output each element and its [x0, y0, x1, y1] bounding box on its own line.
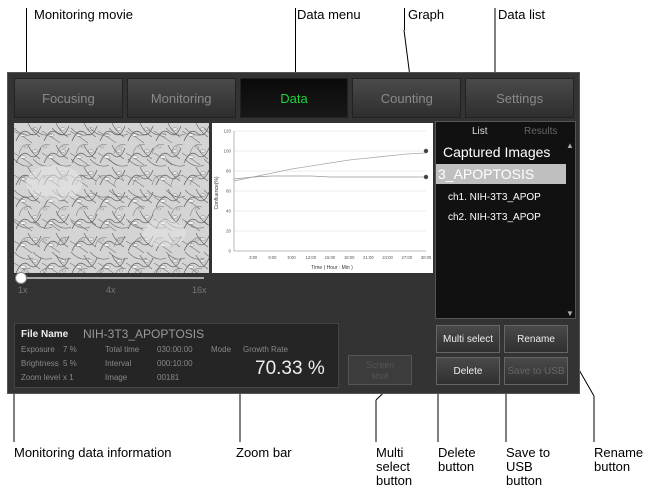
- interval-value: 000:10:00: [157, 359, 193, 368]
- button-label: shot: [371, 371, 389, 381]
- zoom-tick-label: 16x: [192, 285, 207, 295]
- exposure-label: Exposure: [21, 345, 55, 354]
- save-to-usb-button[interactable]: Save to USB: [504, 357, 568, 385]
- callout-line: button: [438, 459, 475, 474]
- x-tick-label: 15:00: [325, 255, 336, 260]
- captured-images-heading: Captured Images: [443, 144, 551, 160]
- callout-monitoring-movie: Monitoring movie: [34, 7, 133, 22]
- callout-data-menu: Data menu: [297, 7, 361, 22]
- y-tick-label: 60: [226, 189, 232, 194]
- data-point-marker: [423, 148, 429, 154]
- x-tick-label: 9:00: [288, 255, 297, 260]
- file-name-value: NIH-3T3_APOPTOSIS: [83, 327, 205, 341]
- scroll-down-icon[interactable]: ▼: [566, 310, 574, 318]
- cell-image: [14, 123, 209, 273]
- mode-value: Growth Rate: [243, 345, 288, 354]
- y-tick-label: 20: [226, 229, 232, 234]
- callout-line: Rename: [594, 445, 644, 460]
- zoom-level-label: Zoom level: [21, 373, 61, 382]
- callout-rename-button: Rename button: [594, 446, 643, 474]
- delete-button[interactable]: Delete: [436, 357, 500, 385]
- y-axis-label: Confluence(%): [214, 176, 220, 209]
- callout-graph: Graph: [408, 7, 445, 22]
- mode-label: Mode: [211, 345, 232, 354]
- interval-label: Interval: [105, 359, 132, 368]
- callout-line: button: [376, 473, 413, 488]
- callout-monitoring-data-information: Monitoring data information: [14, 445, 172, 460]
- x-tick-label: 21:00: [363, 255, 374, 260]
- tab-monitoring[interactable]: Monitoring: [126, 78, 236, 118]
- image-value: 00181: [157, 373, 180, 382]
- callout-zoom-bar: Zoom bar: [236, 445, 292, 460]
- zoom-bar[interactable]: 1x 4x 16x: [14, 271, 214, 297]
- callout-line: USB: [506, 459, 533, 474]
- list-item[interactable]: ch2. NIH-3T3_APOP: [448, 212, 566, 223]
- tab-focusing[interactable]: Focusing: [14, 78, 123, 118]
- callout-delete-button: Delete button: [438, 446, 476, 474]
- callout-line: button: [506, 473, 543, 488]
- button-label: Screen: [365, 360, 395, 370]
- monitoring-data-information: File Name NIH-3T3_APOPTOSIS Exposure 7 %…: [14, 323, 339, 388]
- tab-settings[interactable]: Settings: [465, 78, 574, 118]
- tab-counting[interactable]: Counting: [352, 78, 462, 118]
- leader-line: [404, 8, 405, 30]
- zoom-slider-handle[interactable]: [15, 272, 27, 284]
- list-item[interactable]: ch1. NIH-3T3_APOP: [448, 192, 566, 203]
- brightness-label: Brightness: [21, 359, 59, 368]
- device-screen: Focusing Monitoring Data Counting Settin…: [7, 72, 580, 394]
- data-point-marker: [423, 174, 429, 180]
- callout-save-to-usb-button: Save to USB button: [506, 446, 550, 488]
- rename-button[interactable]: Rename: [504, 325, 568, 353]
- y-tick-label: 120: [223, 129, 231, 134]
- info-row: Exposure 7 % Total time 030:00:00 Mode G…: [15, 345, 338, 357]
- callout-line: Delete: [438, 445, 476, 460]
- y-tick-label: 40: [226, 209, 232, 214]
- main-menu-tabs: Focusing Monitoring Data Counting Settin…: [14, 78, 574, 118]
- leader-line: [295, 8, 296, 72]
- y-tick-label: 0: [228, 249, 231, 254]
- x-tick-label: 6:00: [268, 255, 277, 260]
- image-label: Image: [105, 373, 128, 382]
- multi-select-button[interactable]: Multi select: [436, 325, 500, 353]
- x-tick-label: 27:00: [402, 255, 413, 260]
- zoom-tick-label: 4x: [106, 285, 116, 295]
- list-item-selected[interactable]: 3_APOPTOSIS: [436, 164, 566, 184]
- callout-line: select: [376, 459, 410, 474]
- y-tick-label: 80: [226, 169, 232, 174]
- monitoring-movie[interactable]: [14, 123, 209, 273]
- growth-rate-value: 70.33 %: [255, 358, 325, 379]
- growth-graph: 0 20 40 60 80 100 120 3:00 6:00 9:00 12:00 15:00 18…: [212, 123, 433, 273]
- callout-line: button: [594, 459, 631, 474]
- brightness-value: 5 %: [63, 359, 77, 368]
- zoom-tick-label: 1x: [18, 285, 28, 295]
- file-name-label: File Name: [21, 329, 69, 340]
- screen-shot-button[interactable]: Screen shot: [348, 355, 412, 385]
- callout-multi-select-button: Multi select button: [376, 446, 412, 488]
- zoom-track: [20, 277, 204, 279]
- list-scrollbar[interactable]: ▲ ▼: [566, 142, 574, 318]
- exposure-value: 7 %: [63, 345, 77, 354]
- data-list-panel: List Results Captured Images 3_APOPTOSIS…: [435, 121, 576, 319]
- total-time-label: Total time: [105, 345, 140, 354]
- tab-list[interactable]: List: [472, 126, 488, 137]
- x-tick-label: 12:00: [306, 255, 317, 260]
- scroll-up-icon[interactable]: ▲: [566, 142, 574, 150]
- x-tick-label: 3:00: [249, 255, 258, 260]
- chart: 0 20 40 60 80 100 120 3:00 6:00 9:00 12:00 15:00 18…: [214, 129, 432, 272]
- zoom-level-value: x 1: [63, 373, 74, 382]
- total-time-value: 030:00:00: [157, 345, 193, 354]
- x-tick-label: 24:00: [382, 255, 393, 260]
- callout-line: Save to: [506, 445, 551, 460]
- tab-data[interactable]: Data: [239, 78, 349, 118]
- callout-data-list: Data list: [498, 7, 545, 22]
- y-tick-label: 100: [223, 149, 231, 154]
- x-tick-label: 18:00: [344, 255, 355, 260]
- tab-results[interactable]: Results: [524, 126, 557, 137]
- x-axis-label: Time ( Hour : Min ): [311, 265, 353, 271]
- series-line: [233, 175, 426, 180]
- callout-line: Multi: [376, 445, 404, 460]
- x-tick-label: 30:00: [421, 255, 432, 260]
